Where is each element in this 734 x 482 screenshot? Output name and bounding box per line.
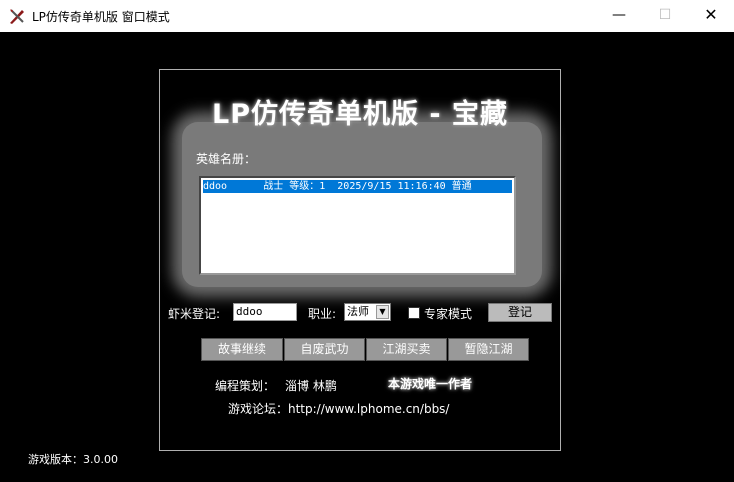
continue-story-button[interactable]: 故事继续 <box>201 338 283 361</box>
game-title: LP仿传奇单机版 - 宝藏 <box>212 99 508 130</box>
window-title: LP仿传奇单机版 窗口模式 <box>32 10 170 24</box>
minimize-button[interactable]: — <box>596 0 642 32</box>
trade-button[interactable]: 江湖买卖 <box>366 338 447 361</box>
sword-app-icon <box>10 9 24 24</box>
forum-link[interactable]: 游戏论坛：http://www.lphome.cn/bbs/ <box>228 400 449 417</box>
close-button[interactable]: ✕ <box>688 0 734 32</box>
roster-label: 英雄名册： <box>196 152 257 166</box>
roster-row-selected[interactable]: ddoo 战士 等级：1 2025/9/15 11:16:40 普通 <box>203 180 512 193</box>
credits-authors: 淄博 林鹏 <box>285 379 337 393</box>
hero-name-input[interactable]: ddoo <box>233 303 297 321</box>
title-bar[interactable]: LP仿传奇单机版 窗口模式 — ☐ ✕ <box>0 0 734 32</box>
expert-mode-label[interactable]: 专家模式 <box>424 305 472 322</box>
name-label: 虾米登记: <box>168 307 221 321</box>
credits-label: 编程策划： <box>215 379 276 393</box>
class-label: 职业: <box>308 307 337 321</box>
maximize-button[interactable]: ☐ <box>642 0 688 32</box>
class-select-value: 法师 <box>347 305 369 318</box>
register-button[interactable]: 登记 <box>488 303 552 322</box>
hero-roster-list[interactable]: ddoo 战士 等级：1 2025/9/15 11:16:40 普通 <box>199 176 516 275</box>
retire-button[interactable]: 暂隐江湖 <box>448 338 529 361</box>
expert-mode-checkbox[interactable] <box>408 307 420 319</box>
abolish-skills-button[interactable]: 自废武功 <box>284 338 365 361</box>
sole-author-tagline: 本游戏唯一作者 <box>388 377 473 391</box>
chevron-down-icon[interactable]: ▼ <box>376 305 389 319</box>
class-select[interactable]: 法师 ▼ <box>344 303 391 321</box>
game-version: 游戏版本：3.0.00 <box>28 453 118 466</box>
